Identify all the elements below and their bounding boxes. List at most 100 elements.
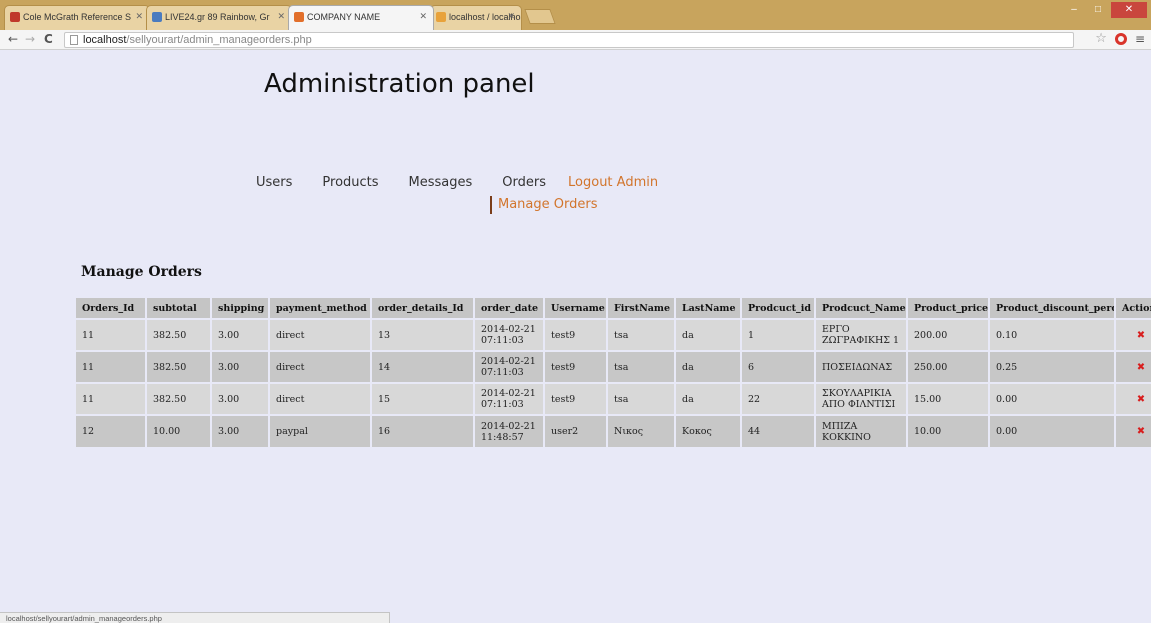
browser-toolbar: ← → C localhost/sellyourart/admin_manage… [0,30,1151,50]
cell-payment-method: direct [269,318,372,351]
cell-actions: ✖ [1115,414,1151,447]
table-row: 12 10.00 3.00 paypal 16 2014-02-21 11:48… [76,414,1151,447]
cell-product-discount: 0.00 [989,382,1116,415]
browser-tab-1[interactable]: Cole McGrath Reference S ✕ [4,5,150,30]
bookmark-star-icon[interactable]: ☆ [1095,31,1107,46]
reload-icon[interactable]: C [44,32,53,46]
orders-table: Orders_Id subtotal shipping payment_meth… [76,298,1151,447]
subnav-manage-orders[interactable]: Manage Orders [490,196,598,214]
cell-product-discount: 0.25 [989,350,1116,383]
tab-favicon-icon [10,12,20,22]
cell-order-date: 2014-02-21 07:11:03 [474,318,545,351]
nav-messages[interactable]: Messages [409,175,473,190]
cell-payment-method: paypal [269,414,372,447]
new-tab-button[interactable] [524,9,556,24]
cell-firstname: tsa [607,382,676,415]
cell-shipping: 3.00 [211,350,270,383]
nav-users[interactable]: Users [256,175,292,190]
tab-label: localhost / localhost / sell [449,12,521,22]
cell-actions: ✖ [1115,318,1151,351]
cell-username: test9 [544,382,608,415]
cell-lastname: da [675,318,742,351]
delete-icon[interactable]: ✖ [1137,394,1145,405]
delete-icon[interactable]: ✖ [1137,426,1145,437]
cell-product-id: 1 [741,318,816,351]
cell-order-details-id: 16 [371,414,475,447]
tab-favicon-icon [294,12,304,22]
column-header: order_details_Id [371,298,475,319]
cell-payment-method: direct [269,350,372,383]
cell-order-details-id: 13 [371,318,475,351]
maximize-icon[interactable]: □ [1087,2,1109,18]
cell-product-id: 6 [741,350,816,383]
column-header: Username [544,298,608,319]
cell-product-id: 44 [741,414,816,447]
cell-subtotal: 382.50 [146,318,212,351]
cell-lastname: da [675,350,742,383]
tab-favicon-icon [152,12,162,22]
cell-product-name: ΣΚΟΥΛΑΡΙΚΙΑ ΑΠΟ ΦΙΛΝΤΙΣΙ [815,382,908,415]
cell-lastname: Κοκος [675,414,742,447]
cell-product-name: ΕΡΓΟ ΖΩΓΡΑΦΙΚΗΣ 1 [815,318,908,351]
table-row: 11 382.50 3.00 direct 15 2014-02-21 07:1… [76,382,1151,415]
tab-close-icon[interactable]: ✕ [419,11,427,22]
column-header: payment_method [269,298,372,319]
cell-username: user2 [544,414,608,447]
browser-tab-3[interactable]: COMPANY NAME ✕ [288,5,434,30]
forward-icon[interactable]: → [25,32,35,46]
delete-icon[interactable]: ✖ [1137,330,1145,341]
cell-product-discount: 0.10 [989,318,1116,351]
table-row: 11 382.50 3.00 direct 13 2014-02-21 07:1… [76,318,1151,351]
column-header: Product_price [907,298,990,319]
cell-order-id: 11 [76,318,147,351]
back-icon[interactable]: ← [8,32,18,46]
main-nav: Users Products Messages Orders Logout Ad… [256,175,688,190]
cell-subtotal: 382.50 [146,382,212,415]
minimize-icon[interactable]: – [1063,2,1085,18]
menu-icon[interactable]: ≡ [1135,32,1145,46]
cell-product-price: 10.00 [907,414,990,447]
cell-firstname: tsa [607,350,676,383]
toolbar-actions: ☆ ≡ [1095,31,1145,46]
browser-tab-2[interactable]: LIVE24.gr 89 Rainbow, Gr ✕ [146,5,292,30]
cell-actions: ✖ [1115,350,1151,383]
tab-close-icon[interactable]: ✕ [507,11,515,22]
cell-order-details-id: 14 [371,350,475,383]
cell-product-price: 200.00 [907,318,990,351]
section-title: Manage Orders [81,264,202,280]
column-header: LastName [675,298,742,319]
table-row: 11 382.50 3.00 direct 14 2014-02-21 07:1… [76,350,1151,383]
address-path: /sellyourart/admin_manageorders.php [126,34,312,46]
column-header: FirstName [607,298,676,319]
address-bar[interactable]: localhost/sellyourart/admin_manageorders… [64,32,1074,48]
nav-products[interactable]: Products [322,175,378,190]
nav-logout-admin[interactable]: Logout Admin [568,175,658,190]
tab-label: LIVE24.gr 89 Rainbow, Gr [165,12,270,22]
column-header: Prodcuct_id [741,298,816,319]
tab-label: COMPANY NAME [307,12,381,22]
tab-close-icon[interactable]: ✕ [135,11,143,22]
column-header: subtotal [146,298,212,319]
cell-shipping: 3.00 [211,382,270,415]
cell-firstname: Νικος [607,414,676,447]
cell-order-id: 11 [76,350,147,383]
page-title: Administration panel [264,69,535,99]
tab-favicon-icon [436,12,446,22]
status-bar: localhost/sellyourart/admin_manageorders… [0,612,390,623]
nav-orders[interactable]: Orders [502,175,546,190]
cell-order-date: 2014-02-21 11:48:57 [474,414,545,447]
browser-tab-4[interactable]: localhost / localhost / sell ✕ [430,5,522,30]
page-icon [70,35,78,45]
cell-order-details-id: 15 [371,382,475,415]
window-controls: – □ ✕ [1063,2,1147,18]
cell-username: test9 [544,350,608,383]
cell-product-price: 15.00 [907,382,990,415]
opera-extension-icon[interactable] [1114,32,1127,45]
delete-icon[interactable]: ✖ [1137,362,1145,373]
cell-product-name: ΠΟΣΕΙΔΩΝΑΣ [815,350,908,383]
column-header: order_date [474,298,545,319]
tab-close-icon[interactable]: ✕ [277,11,285,22]
window-close-icon[interactable]: ✕ [1111,2,1147,18]
cell-subtotal: 382.50 [146,350,212,383]
cell-product-price: 250.00 [907,350,990,383]
